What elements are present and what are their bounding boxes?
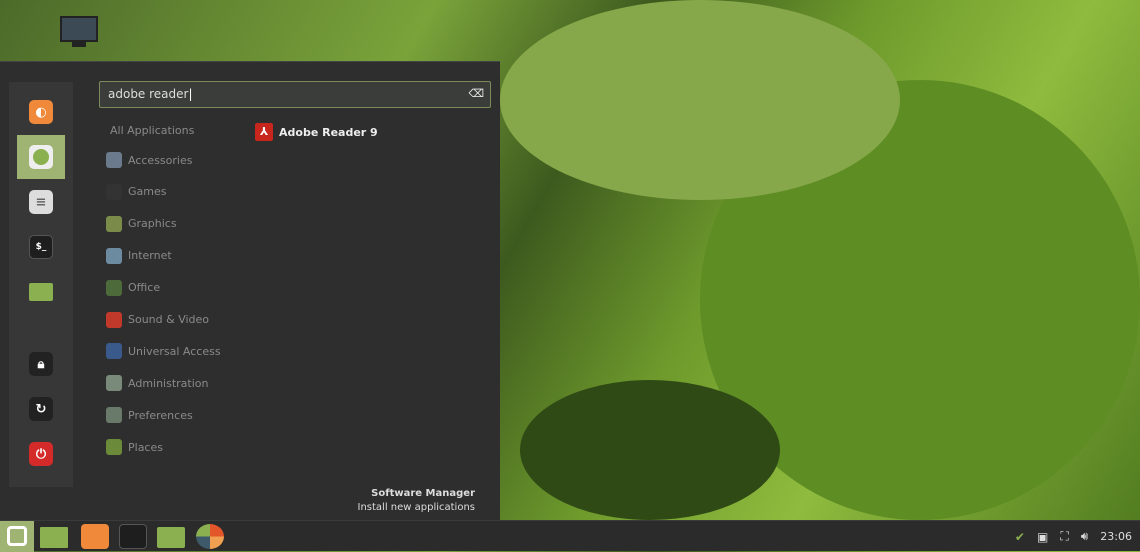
category-icon — [106, 311, 122, 328]
logout-icon: ↻ — [29, 397, 53, 421]
software-manager-title: Software Manager — [371, 488, 475, 499]
software-manager-subtitle: Install new applications — [357, 502, 476, 513]
files-launcher[interactable] — [157, 527, 185, 548]
category-games[interactable]: Games — [106, 182, 166, 202]
computer-icon[interactable] — [60, 16, 98, 48]
terminal-launcher[interactable] — [119, 524, 147, 549]
category-icon — [106, 247, 122, 264]
terminal-icon: $_ — [29, 235, 53, 259]
category-icon — [106, 439, 122, 456]
category-icon — [106, 183, 122, 200]
software-manager-favorite-button[interactable] — [17, 135, 65, 179]
wallpaper-hill — [500, 0, 900, 200]
result-label: Adobe Reader 9 — [279, 125, 378, 139]
category-icon — [106, 343, 122, 360]
volume-icon[interactable]: 🔊︎ — [1081, 529, 1089, 544]
category-label: Accessories — [128, 153, 193, 167]
logout-button[interactable]: ↻ — [17, 387, 65, 431]
settings-favorite-button[interactable]: ≡ — [17, 180, 65, 224]
show-desktop-button[interactable] — [40, 527, 68, 548]
category-office[interactable]: Office — [106, 278, 160, 298]
taskbar: ✔ ▣ ⛶ 🔊︎ 23:06 — [0, 520, 1140, 552]
settings-icon: ≡ — [29, 190, 53, 214]
terminal-favorite-button[interactable]: $_ — [17, 225, 65, 269]
wallpaper-trees — [520, 380, 780, 520]
result-adobe-reader[interactable]: ⅄ Adobe Reader 9 — [255, 123, 378, 141]
category-icon — [106, 279, 122, 296]
clipboard-icon[interactable]: ▣ — [1037, 530, 1048, 544]
shutdown-button[interactable]: ⏻ — [17, 432, 65, 476]
category-icon — [106, 215, 122, 232]
category-icon — [106, 407, 122, 424]
power-icon: ⏻ — [29, 442, 53, 466]
category-administration[interactable]: Administration — [106, 373, 209, 393]
application-menu: ◐ ≡ $_ 🔒︎ ↻ ⏻ adobe reader| ⌫ All Applica… — [0, 61, 500, 520]
folder-icon — [29, 283, 53, 301]
category-places[interactable]: Places — [106, 437, 163, 457]
category-label: Administration — [128, 376, 209, 390]
search-value: adobe reader — [108, 87, 189, 101]
category-label: Games — [128, 185, 167, 199]
category-icon — [106, 152, 122, 168]
pdf-icon: ⅄ — [255, 123, 273, 141]
category-internet[interactable]: Internet — [106, 246, 172, 266]
firefox-icon: ◐ — [29, 100, 53, 124]
firefox-launcher[interactable] — [81, 524, 109, 549]
files-favorite-button[interactable] — [17, 270, 65, 314]
category-label: Universal Access — [128, 344, 221, 358]
category-universal-access[interactable]: Universal Access — [106, 341, 221, 361]
clock[interactable]: 23:06 — [1100, 530, 1132, 543]
software-manager-button[interactable]: Software Manager Install new applications — [358, 487, 476, 515]
backspace-icon[interactable]: ⌫ — [468, 87, 484, 100]
search-input[interactable]: adobe reader| ⌫ — [99, 81, 491, 108]
category-label: Internet — [128, 249, 172, 263]
category-sound-video[interactable]: Sound & Video — [106, 310, 209, 330]
update-manager-icon[interactable]: ✔ — [1015, 530, 1025, 544]
software-manager-icon — [29, 145, 53, 169]
mint-menu-button[interactable] — [0, 521, 34, 552]
lock-screen-button[interactable]: 🔒︎ — [17, 342, 65, 386]
category-all-applications[interactable]: All Applications — [110, 124, 194, 137]
favorites-sidebar: ◐ ≡ $_ 🔒︎ ↻ ⏻ — [9, 82, 73, 487]
category-label: Places — [128, 440, 163, 454]
lock-icon: 🔒︎ — [29, 352, 53, 376]
category-label: Preferences — [128, 408, 193, 422]
mint-logo-icon — [7, 526, 27, 546]
category-label: Graphics — [128, 217, 177, 231]
firefox-favorite-button[interactable]: ◐ — [17, 90, 65, 134]
category-icon — [106, 375, 122, 392]
category-accessories[interactable]: Accessories — [106, 150, 192, 170]
category-label: Sound & Video — [128, 313, 210, 326]
category-preferences[interactable]: Preferences — [106, 405, 193, 425]
app-installer-launcher[interactable] — [196, 524, 224, 549]
network-icon[interactable]: ⛶ — [1060, 529, 1068, 544]
category-graphics[interactable]: Graphics — [106, 214, 177, 234]
category-label: Office — [128, 281, 161, 295]
system-tray: ✔ ▣ ⛶ 🔊︎ 23:06 — [1015, 521, 1132, 552]
